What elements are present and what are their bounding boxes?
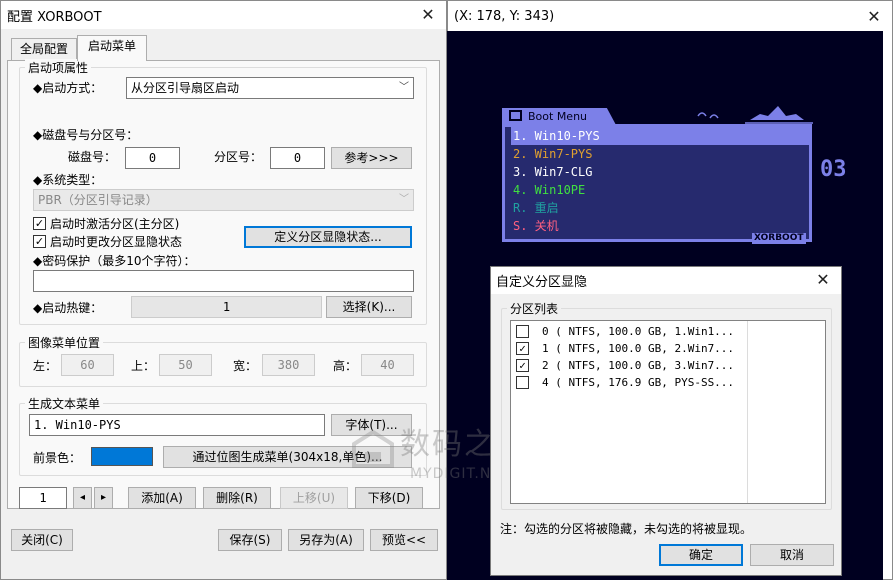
fg-color-label: 前景色： — [33, 451, 82, 465]
partition-checkbox[interactable]: ✓ — [516, 359, 529, 372]
partition-row[interactable]: ✓ 1 ( NTFS, 100.0 GB, 2.Win7... — [513, 340, 746, 357]
change-hide-label: 启动时更改分区显隐状态 — [50, 235, 183, 249]
ok-button[interactable]: 确定 — [659, 544, 743, 566]
tab-boot-menu[interactable]: 启动菜单 — [77, 35, 147, 61]
brand-label: XORBOOT — [752, 233, 806, 244]
partition-list-group-label: 分区列表 — [507, 300, 562, 317]
boot-item-3[interactable]: 3. Win7-CLG — [511, 163, 809, 181]
change-hide-checkbox[interactable]: ✓ — [33, 235, 46, 248]
sys-type-value: PBR（分区引导记录） — [38, 193, 158, 207]
chevron-down-icon: ﹀ — [399, 82, 409, 93]
add-button[interactable]: 添加(A) — [128, 487, 196, 509]
close-button[interactable]: 关闭(C) — [11, 529, 73, 551]
part-number-field[interactable]: 0 — [270, 147, 325, 169]
boot-item-restart[interactable]: R. 重启 — [511, 199, 809, 217]
delete-button[interactable]: 删除(R) — [203, 487, 271, 509]
move-up-button: 上移(U) — [280, 487, 348, 509]
activate-label: 启动时激活分区(主分区) — [50, 217, 180, 231]
save-button[interactable]: 保存(S) — [218, 529, 282, 551]
fg-color-swatch[interactable] — [91, 447, 153, 466]
disk-part-label: ◆磁盘号与分区号： — [33, 128, 139, 142]
disk-number-field[interactable]: 0 — [125, 147, 180, 169]
partition-dialog-title-bar: 自定义分区显隐 — [491, 267, 841, 294]
column-divider — [747, 321, 748, 503]
text-menu-group-label: 生成文本菜单 — [25, 395, 104, 412]
partition-dialog: 自定义分区显隐 ✕ 分区列表 0 ( NTFS, 100.0 GB, 1.Win… — [490, 266, 842, 576]
prev-arrow-button[interactable]: ◂ — [73, 487, 92, 509]
partition-row[interactable]: 4 ( NTFS, 176.9 GB, PYS-SS... — [513, 374, 746, 391]
menu-text-field[interactable]: 1. Win10-PYS — [29, 414, 325, 436]
boot-method-select[interactable]: 从分区引导扇区启动 ﹀ — [126, 77, 414, 99]
cancel-button[interactable]: 取消 — [750, 544, 834, 566]
height-field: 40 — [361, 354, 414, 376]
boot-props-group-label: 启动项属性 — [25, 59, 92, 76]
disk-number-label: 磁盘号： — [68, 150, 117, 164]
partition-row-text: 1 ( NTFS, 100.0 GB, 2.Win7... — [542, 342, 735, 355]
height-label: 高： — [333, 359, 358, 373]
close-icon[interactable]: ✕ — [416, 3, 440, 27]
boot-method-label: ◆启动方式： — [33, 81, 103, 95]
close-icon[interactable]: ✕ — [811, 268, 835, 292]
partition-checkbox[interactable] — [516, 325, 529, 338]
partition-list[interactable]: 0 ( NTFS, 100.0 GB, 1.Win1... ✓ 1 ( NTFS… — [510, 320, 826, 504]
reference-button[interactable]: 参考>>> — [331, 147, 412, 169]
boot-item-4[interactable]: 4. Win10PE — [511, 181, 809, 199]
partition-checkbox[interactable] — [516, 376, 529, 389]
boot-item-1[interactable]: 1. Win10-PYS — [511, 127, 809, 145]
partition-row[interactable]: ✓ 2 ( NTFS, 100.0 GB, 3.Win7... — [513, 357, 746, 374]
decoration-icon — [697, 106, 813, 124]
config-title-bar: 配置 XORBOOT — [1, 1, 446, 29]
width-label: 宽： — [233, 359, 258, 373]
watermark-logo-icon — [352, 429, 394, 468]
sys-type-select: PBR（分区引导记录） ﹀ — [33, 189, 414, 211]
boot-menu-box: 1. Win10-PYS 2. Win7-PYS 3. Win7-CLG 4. … — [502, 124, 812, 242]
book-icon — [509, 110, 522, 121]
top-field: 50 — [159, 354, 212, 376]
password-field[interactable] — [33, 270, 414, 292]
config-window-title: 配置 XORBOOT — [7, 9, 102, 25]
boot-item-2[interactable]: 2. Win7-PYS — [511, 145, 809, 163]
boot-method-value: 从分区引导扇区启动 — [131, 81, 240, 95]
partition-checkbox[interactable]: ✓ — [516, 342, 529, 355]
hotkey-field[interactable]: 1 — [131, 296, 322, 318]
partition-row-text: 0 ( NTFS, 100.0 GB, 1.Win1... — [542, 325, 735, 338]
chevron-down-icon: ﹀ — [399, 194, 409, 205]
tab-global-config[interactable]: 全局配置 — [11, 38, 77, 60]
boot-menu-title: Boot Menu — [528, 110, 588, 123]
partition-row-text: 2 ( NTFS, 100.0 GB, 3.Win7... — [542, 359, 735, 372]
part-number-label: 分区号： — [214, 150, 263, 164]
move-down-button[interactable]: 下移(D) — [355, 487, 423, 509]
preview-button[interactable]: 预览<< — [370, 529, 438, 551]
image-menu-group-label: 图像菜单位置 — [25, 334, 104, 351]
select-hotkey-button[interactable]: 选择(K)... — [326, 296, 412, 318]
width-field: 380 — [262, 354, 315, 376]
save-as-button[interactable]: 另存为(A) — [288, 529, 364, 551]
next-arrow-button[interactable]: ▸ — [94, 487, 113, 509]
config-window: 配置 XORBOOT ✕ 全局配置 启动菜单 启动项属性 ◆启动方式： 从分区引… — [0, 0, 447, 580]
index-field[interactable]: 1 — [19, 487, 67, 509]
left-field: 60 — [61, 354, 114, 376]
partition-row-text: 4 ( NTFS, 176.9 GB, PYS-SS... — [542, 376, 735, 389]
define-partition-visibility-button[interactable]: 定义分区显隐状态... — [244, 226, 412, 248]
activate-checkbox[interactable]: ✓ — [33, 217, 46, 230]
preview-title-bar: (X: 178, Y: 343) — [448, 1, 892, 32]
coords-readout: (X: 178, Y: 343) — [454, 9, 555, 24]
top-label: 上： — [131, 359, 156, 373]
countdown: 03 — [820, 157, 847, 182]
partition-dialog-title: 自定义分区显隐 — [496, 275, 588, 290]
close-icon[interactable]: ✕ — [862, 5, 886, 29]
password-label: ◆密码保护（最多10个字符）： — [33, 254, 196, 268]
partition-row[interactable]: 0 ( NTFS, 100.0 GB, 1.Win1... — [513, 323, 746, 340]
partition-note: 注：勾选的分区将被隐藏，未勾选的将被显现。 — [500, 522, 753, 536]
hotkey-label: ◆启动热键： — [33, 301, 103, 315]
sys-type-label: ◆系统类型： — [33, 173, 103, 187]
left-label: 左： — [33, 359, 58, 373]
